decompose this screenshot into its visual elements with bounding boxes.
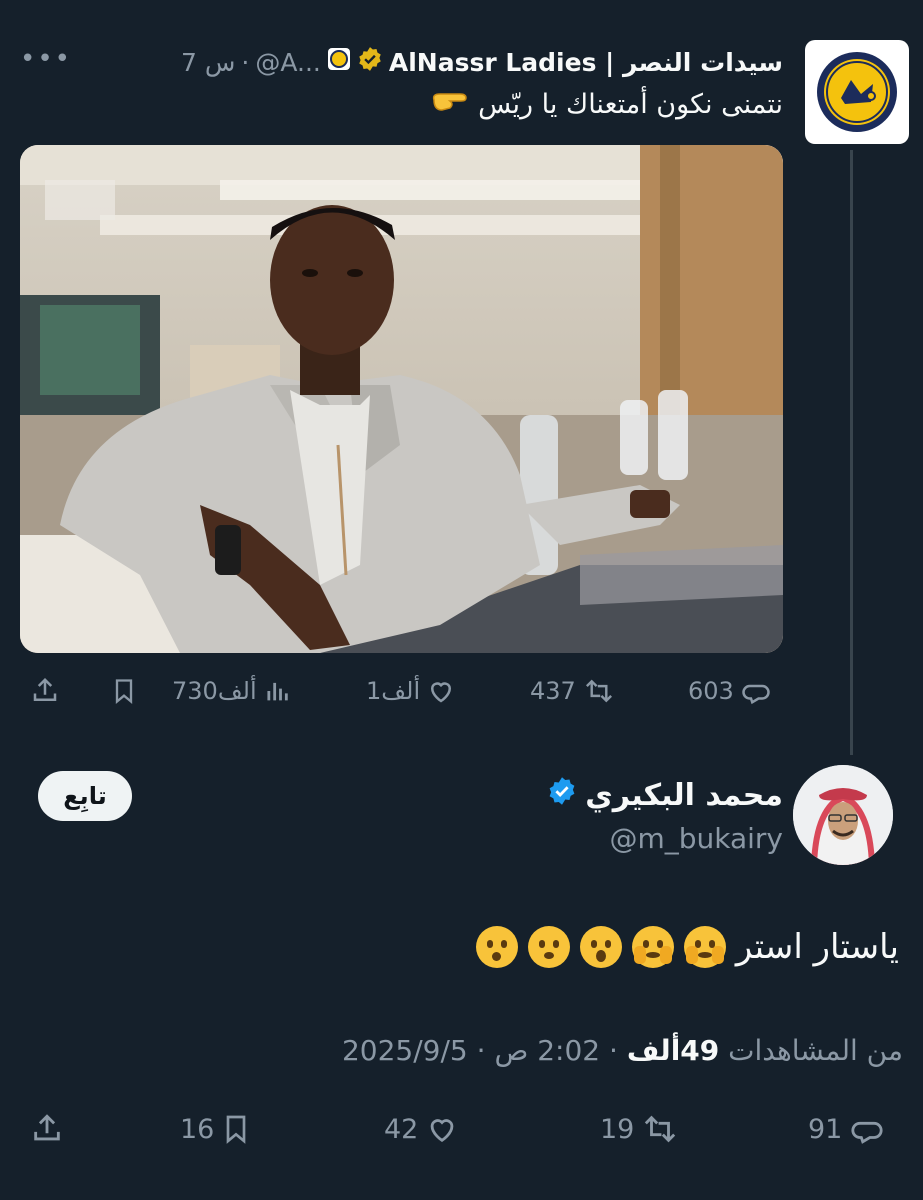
like-button[interactable]: 1ألف [366, 676, 456, 706]
parent-tweet-header: AlNassr Ladies | سيدات النصر @A... · 7 س [181, 44, 783, 80]
reply-author-name-row: محمد البكيري [547, 776, 783, 814]
reply-button[interactable]: 603 [688, 676, 772, 706]
face-with-peeking-eye-icon-2 [631, 926, 674, 968]
heart-icon [431, 1119, 454, 1143]
reply-date[interactable]: 2025/9/5 [342, 1034, 468, 1067]
reply-bubble-icon [851, 1121, 883, 1144]
verified-gold-badge-icon [357, 46, 383, 78]
reply-action-bar: 16 42 19 91 [20, 1108, 910, 1152]
parent-timestamp[interactable]: 7 س [181, 48, 235, 77]
reply-tweet-body: ياستار استر [735, 927, 899, 967]
views-button[interactable]: 730ألف [172, 676, 291, 706]
retweet-icon [585, 679, 612, 703]
separator-dot: · [241, 47, 250, 77]
more-options-icon[interactable]: ••• [20, 44, 72, 74]
reply-bookmark-button[interactable]: 16 [180, 1112, 252, 1146]
hushed-face-icon [475, 926, 518, 968]
views-chart-icon [267, 682, 288, 701]
views-count: 730ألف [172, 677, 257, 705]
thread-line [850, 150, 853, 755]
retweets-count: 437 [530, 677, 576, 705]
reply-like-button[interactable]: 42 [384, 1112, 460, 1146]
parent-avatar[interactable] [805, 40, 909, 144]
reply-retweet-button[interactable]: 19 [600, 1112, 680, 1146]
parent-author-name[interactable]: AlNassr Ladies | سيدات النصر [389, 48, 783, 77]
parent-action-bar: 730ألف 1ألف 437 603 [20, 672, 790, 712]
parent-tweet-body: نتمنى نكون أمتعناك يا ريّس [478, 89, 783, 120]
reply-likes-count: 42 [384, 1113, 419, 1145]
reply-retweets-count: 19 [600, 1113, 635, 1145]
reply-tweet-text: ياستار استر [475, 926, 899, 968]
reply-time[interactable]: 2:02 ص [494, 1034, 600, 1067]
bookmarks-count: 16 [180, 1113, 215, 1145]
frowning-open-mouth-icon [527, 926, 570, 968]
pointing-hand-emoji-icon [430, 86, 470, 123]
retweet-button[interactable]: 437 [530, 676, 616, 706]
reply-share-button[interactable] [30, 1112, 64, 1146]
photo-man-in-suit [20, 145, 783, 653]
share-icon [33, 677, 57, 701]
reply-author-avatar[interactable] [793, 765, 893, 865]
astonished-face-icon [579, 926, 622, 968]
reply-replies-count: 91 [808, 1113, 843, 1145]
reply-meta-line: من المشاهدات 49ألف · 2:02 ص · 2025/9/5 [341, 1034, 903, 1067]
heart-icon [431, 682, 452, 703]
follow-button[interactable]: تابِع [38, 771, 132, 821]
retweet-icon [645, 1115, 676, 1143]
replies-count: 603 [688, 677, 734, 705]
views-label: من المشاهدات [728, 1034, 903, 1067]
likes-count: 1ألف [366, 677, 421, 705]
bookmark-button[interactable] [110, 676, 138, 706]
face-with-peeking-eye-icon [683, 926, 726, 968]
tweet-photo[interactable] [20, 145, 783, 653]
parent-handle[interactable]: @A... [255, 48, 321, 77]
bookmark-icon [115, 679, 133, 704]
reply-reply-button[interactable]: 91 [808, 1112, 886, 1146]
parent-tweet-text: نتمنى نكون أمتعناك يا ريّس [430, 86, 783, 123]
verified-blue-badge-icon [547, 776, 577, 814]
share-icon [34, 1114, 60, 1141]
reply-author-handle[interactable]: @m_bukairy [609, 822, 783, 855]
affiliate-logo-icon [327, 47, 351, 77]
reply-bubble-icon [742, 684, 770, 705]
reply-author-name[interactable]: محمد البكيري [585, 778, 783, 813]
avatar-man-with-shemagh [793, 765, 893, 865]
reply-views-count[interactable]: 49ألف [627, 1034, 719, 1067]
bookmark-icon [227, 1115, 246, 1144]
alnassr-logo [817, 52, 897, 132]
share-button[interactable] [30, 676, 60, 706]
